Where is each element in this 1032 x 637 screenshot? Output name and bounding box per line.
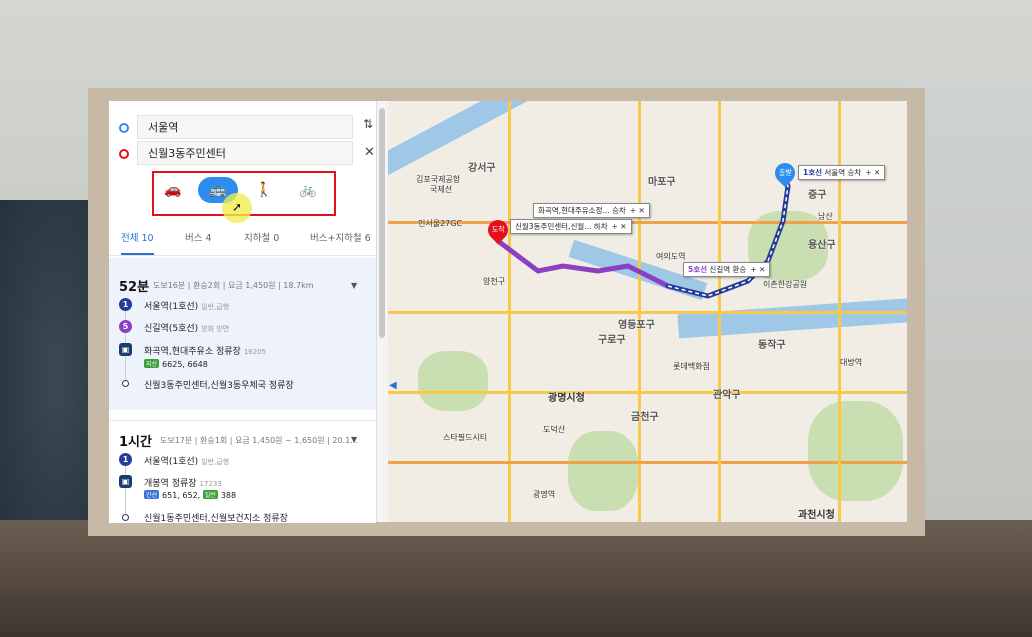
route-popup-transfer[interactable]: 5호선 신길역 환승 + ✕ — [683, 262, 771, 277]
map-label: 동작구 — [758, 340, 786, 351]
route-time: 52분 — [119, 280, 150, 295]
map-label: 인서울27GC — [418, 219, 463, 228]
map-label: 마포구 — [648, 177, 676, 188]
scrollbar-thumb[interactable] — [379, 108, 385, 338]
tab-bus[interactable]: 버스 4 — [185, 229, 212, 255]
map-label: 스타필드시티 — [443, 433, 488, 442]
map-label: 강서구 — [468, 163, 496, 174]
map-label: 여의도역 — [656, 252, 686, 261]
map-label: 영등포구 — [618, 320, 655, 331]
line-5-badge: 5 — [119, 320, 132, 333]
bike-mode-button[interactable]: 🚲 — [288, 177, 328, 203]
line-1-badge: 1 — [119, 298, 132, 311]
route-step: 화곡역,현대주유소 정류장 16205 — [144, 347, 267, 357]
route-meta: 도보16분 | 환승2회 | 요금 1,450원 | 18.7km — [153, 281, 314, 290]
map-label: 남산 — [818, 212, 833, 221]
origin-input[interactable]: 서울역 — [137, 115, 353, 139]
route-step: 신길역(5호선) 방화 방면 — [144, 324, 230, 334]
tab-subway[interactable]: 지하철 0 — [244, 229, 279, 255]
route-line — [125, 460, 126, 518]
chevron-down-icon[interactable]: ▼ — [351, 435, 357, 444]
chevron-down-icon[interactable]: ▼ — [351, 281, 357, 290]
destination-dot-icon — [119, 149, 129, 159]
map-label: 이촌한강공원 — [763, 280, 808, 289]
end-stop-dot-icon — [122, 514, 129, 521]
route-step: 신월3동주민센터,신월3동우체국 정류장 — [144, 381, 294, 391]
route-step: 개봉역 정류장 17233 — [144, 479, 222, 489]
swap-vertical-icon[interactable]: ⇅ — [363, 117, 373, 131]
origin-dot-icon — [119, 123, 129, 133]
panel-collapse-icon[interactable]: ◀ — [389, 380, 399, 394]
route-step: 서울역(1호선) 일반,급행 — [144, 457, 230, 467]
map-label: 금천구 — [631, 412, 659, 423]
map-label: 용산구 — [808, 240, 836, 251]
line-1-badge: 1 — [119, 453, 132, 466]
map-label: 광명시청 — [548, 393, 585, 404]
route-popup-board[interactable]: 화곡역,현대주유소정... 승차 + ✕ — [533, 203, 650, 218]
bus-icon: ▣ — [119, 475, 132, 488]
map-label: 대방역 — [840, 358, 863, 367]
end-stop-dot-icon — [122, 380, 129, 387]
car-mode-button[interactable]: 🚗 — [153, 177, 193, 203]
route-time: 1시간 — [119, 435, 152, 450]
route-popup-alight[interactable]: 신월3동주민센터,신월... 하차 + ✕ — [510, 219, 632, 234]
route-step: 신월1동주민센터,신월보건지소 정류장 — [144, 514, 288, 524]
map-label: 관악구 — [713, 390, 741, 401]
tab-all[interactable]: 전체 10 — [121, 229, 154, 255]
map-label: 롯데백화점 — [673, 362, 710, 371]
background-wood — [0, 520, 1032, 637]
walk-mode-button[interactable]: 🚶 — [244, 177, 284, 203]
map-label: 구로구 — [598, 335, 626, 346]
map-label: 중구 — [808, 190, 827, 201]
close-icon[interactable]: ✕ — [364, 145, 375, 160]
map-label: 양천구 — [483, 277, 506, 286]
route-meta: 도보17분 | 환승1회 | 요금 1,450원 ~ 1,650원 | 20.1… — [160, 436, 358, 445]
bus-numbers: 지선 6625, 6648 — [144, 359, 208, 369]
route-step: 서울역(1호선) 일반,급행 — [144, 302, 230, 312]
map-label: 국제선 — [430, 185, 453, 194]
map-label: 광명역 — [533, 490, 556, 499]
tab-bus-subway[interactable]: 버스+지하철 6 — [310, 229, 371, 255]
mouse-cursor-icon: ➚ — [232, 200, 243, 214]
map-view[interactable]: 김포국제공항 국제선 인서울27GC 강서구 마포구 여의도역 영등포구 구로구… — [388, 101, 907, 522]
route-popup-start[interactable]: 1호선 서울역 승차 + ✕ — [798, 165, 886, 180]
bus-numbers: 간선 651, 652, 일반 388 — [144, 490, 237, 500]
destination-input[interactable]: 신월3동주민센터 — [137, 141, 353, 165]
map-label: 도덕산 — [543, 425, 566, 434]
map-label: 과천시청 — [798, 510, 835, 521]
bus-icon: ▣ — [119, 343, 132, 356]
